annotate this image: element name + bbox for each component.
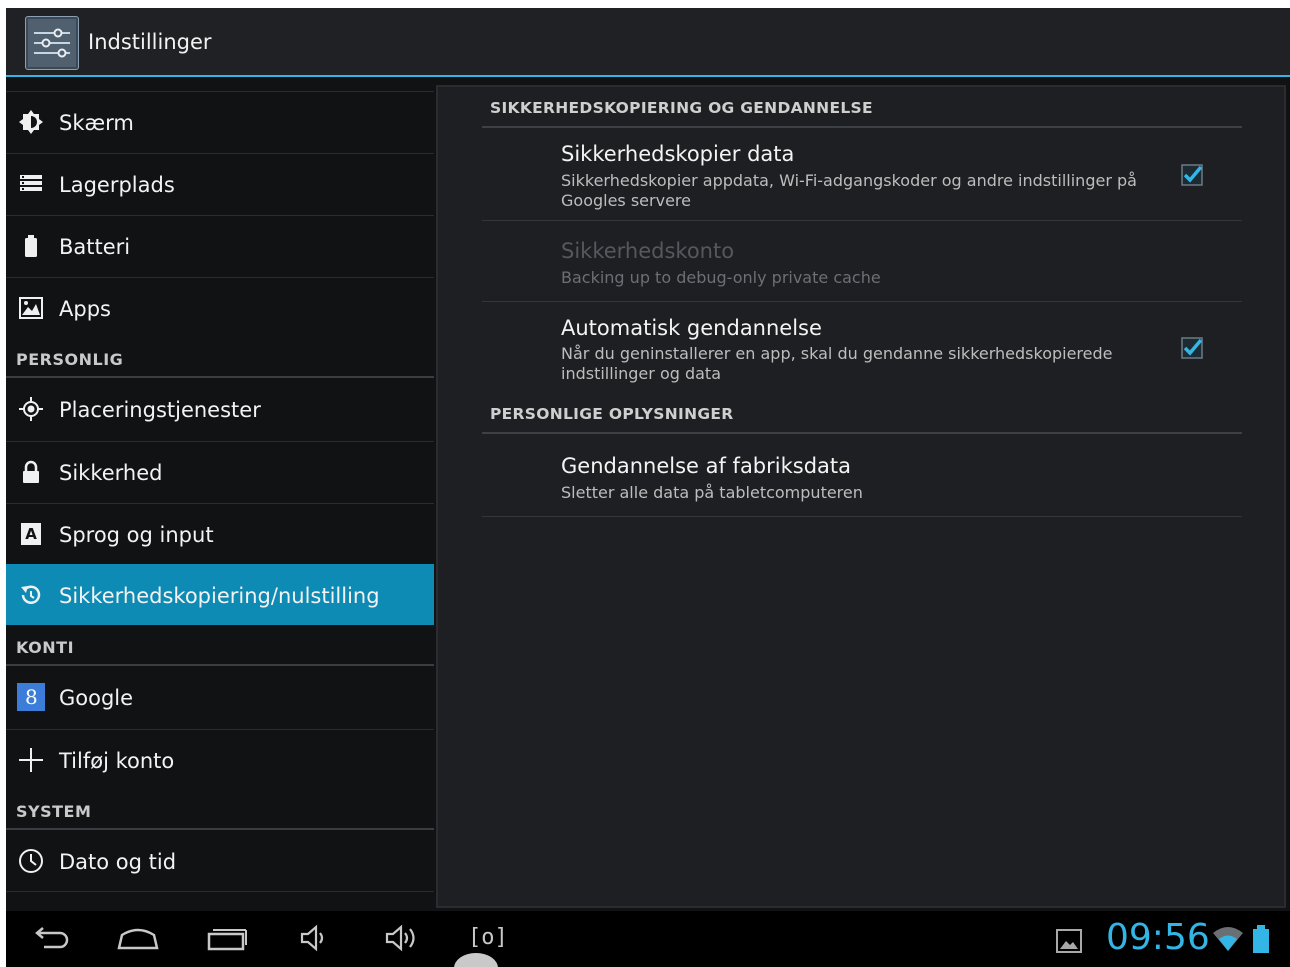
- divider: [6, 376, 434, 378]
- google-icon-glyph: 8: [25, 685, 38, 709]
- sidebar-item-backup-reset[interactable]: Sikkerhedskopiering/nulstilling: [6, 564, 434, 625]
- pref-title: Gendannelse af fabriksdata: [561, 454, 852, 478]
- sidebar-item-add-account[interactable]: Tilføj konto: [6, 729, 434, 790]
- sidebar-item-label: Sikkerhedskopiering/nulstilling: [59, 584, 380, 608]
- settings-sliders-icon[interactable]: [25, 16, 79, 70]
- status-clock[interactable]: 09:56: [1106, 917, 1210, 958]
- backup-data-checkbox[interactable]: [1180, 163, 1204, 187]
- sidebar-item-label: Apps: [59, 297, 111, 321]
- auto-restore-checkbox[interactable]: [1180, 336, 1204, 360]
- screen: Indstillinger Skærm Lagerplads Batteri A…: [6, 8, 1290, 967]
- language-icon: A: [18, 521, 44, 547]
- svg-text:A: A: [25, 525, 37, 543]
- divider: [482, 516, 1242, 517]
- sidebar-item-label: Google: [59, 686, 134, 710]
- sidebar-item-language[interactable]: A Sprog og input: [6, 503, 434, 564]
- app-title: Indstillinger: [88, 30, 212, 54]
- sidebar-item-label: Lagerplads: [59, 173, 175, 197]
- sidebar-item-display[interactable]: Skærm: [6, 91, 434, 152]
- clock-icon: [18, 848, 44, 874]
- sidebar-item-label: Sikkerhed: [59, 461, 163, 485]
- lock-icon: [18, 459, 44, 485]
- sidebar-item-security[interactable]: Sikkerhed: [6, 441, 434, 502]
- pref-summary: Sletter alle data på tabletcomputeren: [561, 483, 863, 502]
- volume-down-icon[interactable]: [299, 923, 331, 957]
- touch-indicator: [454, 953, 498, 967]
- sidebar-item-storage[interactable]: Lagerplads: [6, 153, 434, 214]
- action-bar: Indstillinger: [6, 8, 1290, 77]
- section-header-backup: SIKKERHEDSKOPIERING OG GENDANNELSE: [490, 99, 873, 117]
- google-icon: 8: [17, 683, 45, 711]
- divider: [482, 126, 1242, 128]
- pref-summary: Backing up to debug-only private cache: [561, 268, 881, 287]
- section-header-personal-data: PERSONLIGE OPLYSNINGER: [490, 405, 734, 423]
- brightness-icon: [18, 109, 44, 135]
- location-icon: [18, 396, 44, 422]
- system-nav-bar: [o] 09:56: [6, 911, 1290, 967]
- battery-icon: [18, 233, 44, 259]
- pref-title: Automatisk gendannelse: [561, 316, 822, 340]
- sidebar-item-label: Placeringstjenester: [59, 398, 261, 422]
- sidebar-item-apps[interactable]: Apps: [6, 277, 434, 338]
- apps-icon: [18, 295, 44, 321]
- pref-summary: Sikkerhedskopier appdata, Wi-Fi-adgangsk…: [561, 171, 1137, 210]
- divider: [6, 828, 434, 830]
- sidebar-item-label: Skærm: [59, 111, 134, 135]
- backup-icon: [18, 582, 44, 608]
- plus-icon: [18, 747, 44, 773]
- section-header-personal: PERSONLIG: [16, 350, 124, 369]
- sidebar-item-location[interactable]: Placeringstjenester: [6, 379, 434, 439]
- sidebar-item-label: Batteri: [59, 235, 131, 259]
- storage-icon: [18, 171, 44, 197]
- sidebar-item-google[interactable]: 8 Google: [6, 667, 434, 727]
- divider: [482, 301, 1242, 302]
- divider: [482, 432, 1242, 434]
- gallery-notification-icon[interactable]: [1056, 929, 1082, 957]
- pref-summary: Når du geninstallerer en app, skal du ge…: [561, 344, 1113, 383]
- backup-reset-panel: SIKKERHEDSKOPIERING OG GENDANNELSE Sikke…: [436, 85, 1286, 908]
- settings-sidebar: Skærm Lagerplads Batteri Apps PERSONLIG …: [6, 88, 434, 910]
- divider: [482, 220, 1242, 221]
- pref-title: Sikkerhedskonto: [561, 239, 735, 263]
- home-icon[interactable]: [116, 923, 160, 957]
- volume-up-icon[interactable]: [384, 923, 420, 957]
- sidebar-item-label: Dato og tid: [59, 850, 177, 874]
- back-icon[interactable]: [30, 923, 70, 957]
- battery-status-icon: [1250, 923, 1272, 959]
- sidebar-item-date-time[interactable]: Dato og tid: [6, 831, 434, 892]
- divider: [6, 664, 434, 666]
- recents-icon[interactable]: [206, 923, 248, 957]
- sidebar-item-label: Sprog og input: [59, 523, 214, 547]
- sidebar-item-label: Tilføj konto: [59, 749, 175, 773]
- wifi-icon: [1211, 925, 1245, 957]
- pref-title: Sikkerhedskopier data: [561, 142, 795, 166]
- screenshot-icon[interactable]: [o]: [468, 925, 508, 950]
- sidebar-item-battery[interactable]: Batteri: [6, 215, 434, 276]
- section-header-accounts: KONTI: [16, 638, 75, 657]
- section-header-system: SYSTEM: [16, 802, 92, 821]
